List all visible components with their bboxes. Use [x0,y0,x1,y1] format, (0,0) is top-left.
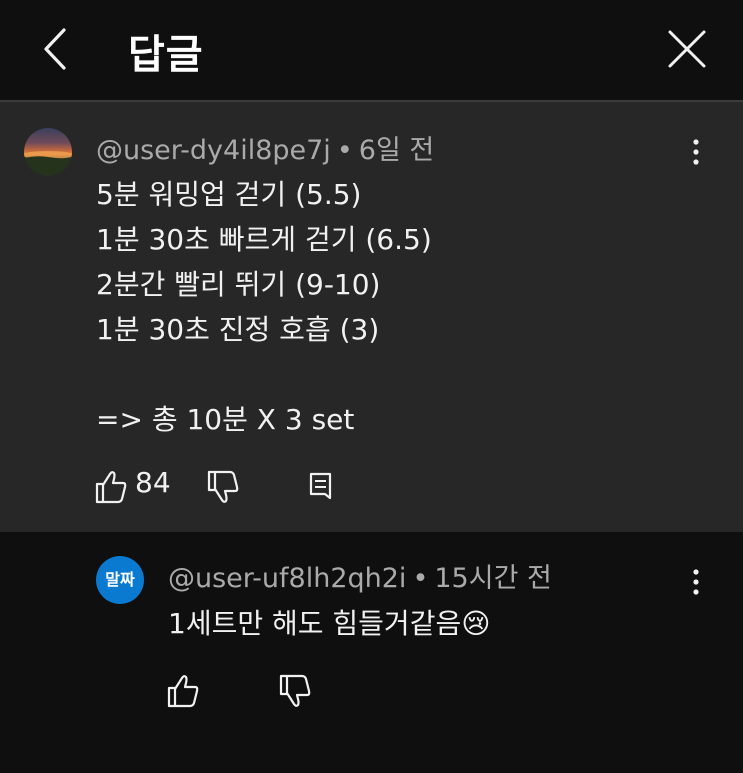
back-button[interactable] [36,24,76,74]
like-count: 84 [135,466,171,499]
page-title: 답글 [128,32,204,78]
more-icon [693,569,699,595]
comment-line: 5분 워밍업 걷기 (5.5) [96,178,362,211]
dislike-icon [279,674,311,707]
reply-button[interactable] [308,468,334,508]
reply-more-button[interactable] [684,562,708,602]
comment-time[interactable]: 6일 전 [359,135,434,166]
comment-line: 1분 30초 빠르게 걷기 (6.5) [96,223,432,256]
avatar[interactable]: 말짜 [96,556,144,604]
like-button[interactable] [166,670,200,710]
dislike-icon [207,470,239,503]
sunset-avatar-image [24,151,72,176]
comment-meta: @user-dy4il8pe7j • 6일 전 [96,128,434,167]
comment-line [96,352,432,397]
reply-time[interactable]: 15시간 전 [434,563,551,594]
parent-comment: @user-dy4il8pe7j • 6일 전 5분 워밍업 걷기 (5.5) 1분 … [0,102,743,532]
more-icon [693,139,699,165]
meta-separator: • [336,135,353,166]
meta-separator: • [412,563,429,594]
comment-more-button[interactable] [684,132,708,172]
reply-text: 1세트만 해도 힘들거같음 [168,607,462,640]
reply-icon [309,472,332,500]
dislike-button[interactable] [278,672,312,712]
author-name[interactable]: @user-dy4il8pe7j [96,135,331,166]
close-icon [668,30,706,68]
comment-line: => 총 10분 X 3 set [96,403,355,436]
crying-face-emoji: 😢 [461,607,491,640]
like-icon [95,471,127,504]
comment-line: 2분간 빨리 뛰기 (9-10) [96,268,381,301]
reply-body: 1세트만 해도 힘들거같음😢 [168,602,490,642]
comment-line: 1분 30초 진정 호흡 (3) [96,313,380,346]
avatar[interactable] [24,128,72,176]
like-button[interactable] [94,466,128,506]
chevron-left-icon [44,28,66,70]
reply-meta: @user-uf8lh2qh2i • 15시간 전 [168,556,552,595]
dislike-button[interactable] [206,468,240,508]
header: 답글 [0,0,743,100]
comment-body: 5분 워밍업 걷기 (5.5) 1분 30초 빠르게 걷기 (6.5) 2분간 빨리… [96,172,432,442]
close-button[interactable] [664,26,710,72]
like-icon [167,675,199,708]
author-name[interactable]: @user-uf8lh2qh2i [168,563,406,594]
